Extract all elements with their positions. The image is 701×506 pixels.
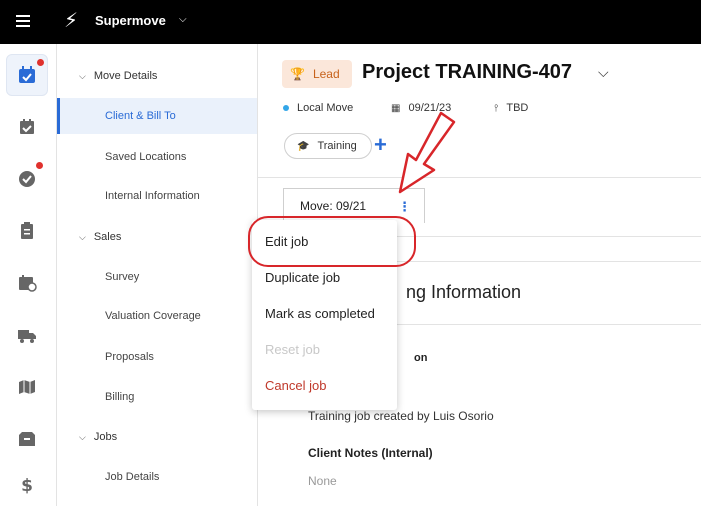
- rail-item-map[interactable]: [6, 366, 48, 408]
- nav-item-survey[interactable]: Survey: [57, 259, 257, 295]
- nav-item-client-bill-to[interactable]: Client & Bill To: [57, 98, 257, 134]
- top-bar: ⚡ Supermove ⌵: [0, 0, 701, 44]
- project-subnav: ⌵ Move Details Client & Bill To Saved Loc…: [57, 44, 258, 506]
- move-location: ⫯ TBD: [494, 102, 528, 114]
- rail-item-tasks[interactable]: [6, 158, 48, 200]
- rail-item-clipboard[interactable]: [6, 210, 48, 252]
- tag-pill[interactable]: 🎓 Training: [284, 133, 372, 159]
- annotation-arrow-icon: [398, 111, 456, 194]
- chevron-down-icon: ⌵: [79, 71, 86, 81]
- chevron-down-icon: ⌵: [79, 232, 86, 242]
- nav-item-billing[interactable]: Billing: [57, 379, 257, 415]
- pin-icon: ⫯: [494, 103, 499, 114]
- nav-item-valuation-coverage[interactable]: Valuation Coverage: [57, 298, 257, 334]
- sub-heading: on: [414, 352, 428, 364]
- rail-item-moves[interactable]: [6, 54, 48, 96]
- dollar-icon: $: [21, 476, 33, 495]
- job-description: Training job created by Luis Osorio: [308, 409, 494, 423]
- nav-section-move-details[interactable]: ⌵ Move Details: [79, 70, 157, 82]
- nav-section-label: Move Details: [93, 70, 158, 82]
- move-type-dot: [283, 105, 289, 112]
- nav-section-label: Jobs: [93, 431, 118, 443]
- page-title[interactable]: Project TRAINING-407: [362, 61, 572, 84]
- menu-item-cancel-job[interactable]: Cancel job: [265, 378, 326, 393]
- check-circle-icon: [19, 171, 35, 187]
- rail-item-trucks[interactable]: [6, 314, 48, 356]
- truck-icon: [18, 330, 36, 343]
- status-badge-label: Lead: [312, 67, 340, 81]
- nav-item-internal-information[interactable]: Internal Information: [57, 178, 257, 214]
- calendar-clock-icon: [19, 275, 37, 292]
- nav-item-proposals[interactable]: Proposals: [57, 339, 257, 375]
- map-icon: [19, 380, 35, 394]
- calendar-check-icon: [20, 119, 34, 134]
- menu-item-mark-completed[interactable]: Mark as completed: [265, 306, 375, 321]
- calendar-check-icon: [19, 66, 35, 83]
- nav-item-saved-locations[interactable]: Saved Locations: [57, 139, 257, 175]
- icon-rail: $: [0, 44, 57, 506]
- trophy-icon: 🏆: [290, 67, 305, 81]
- notification-dot: [37, 59, 44, 66]
- svg-text:$: $: [21, 476, 33, 495]
- menu-item-reset-job: Reset job: [265, 342, 320, 357]
- status-badge: 🏆 Lead: [282, 60, 352, 88]
- menu-icon[interactable]: [16, 15, 30, 27]
- chevron-down-icon: ⌵: [79, 432, 86, 442]
- move-location-label: TBD: [506, 102, 529, 114]
- tab-move-label: Move: 09/21: [300, 199, 367, 213]
- divider: [258, 177, 701, 178]
- nav-section-label: Sales: [93, 231, 122, 243]
- rail-item-calendar[interactable]: [6, 106, 48, 148]
- chevron-down-icon[interactable]: ⌵: [598, 64, 609, 81]
- client-notes-value: None: [308, 474, 337, 488]
- boxes-icon: [19, 432, 35, 446]
- rail-item-storage[interactable]: [6, 418, 48, 460]
- nav-item-job-details[interactable]: Job Details: [57, 459, 257, 495]
- tag-label: Training: [317, 140, 357, 152]
- clipboard-icon: [21, 222, 33, 239]
- client-notes-label: Client Notes (Internal): [308, 446, 433, 460]
- section-heading: ng Information: [406, 282, 522, 302]
- chevron-down-icon[interactable]: ⌵: [179, 14, 187, 25]
- move-type: Local Move: [283, 102, 353, 114]
- annotation-highlight: [248, 216, 416, 267]
- graduation-cap-icon: 🎓: [297, 140, 310, 152]
- rail-item-dispatch[interactable]: [6, 262, 48, 304]
- notification-dot: [36, 162, 43, 169]
- move-type-label: Local Move: [297, 102, 354, 114]
- menu-item-duplicate-job[interactable]: Duplicate job: [265, 270, 340, 285]
- nav-section-sales[interactable]: ⌵ Sales: [79, 231, 121, 243]
- nav-section-jobs[interactable]: ⌵ Jobs: [79, 431, 117, 443]
- org-switcher-label[interactable]: Supermove: [95, 13, 166, 28]
- rail-item-billing[interactable]: $: [6, 464, 48, 506]
- add-tag-button[interactable]: +: [374, 134, 387, 156]
- supermove-logo-icon: ⚡: [64, 10, 79, 32]
